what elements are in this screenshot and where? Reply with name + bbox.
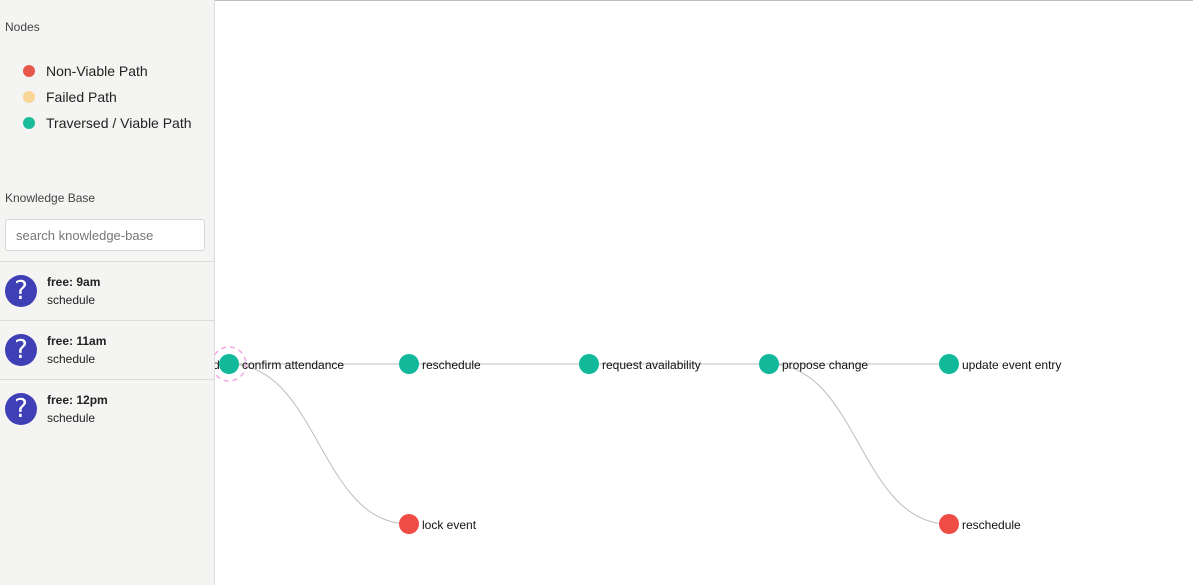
question-icon: ? <box>5 275 37 307</box>
graph-svg[interactable]: d confirm attendance reschedule request … <box>215 1 1193 585</box>
node-circle[interactable] <box>939 354 959 374</box>
legend-dot-icon <box>23 117 35 129</box>
kb-item-subtitle: schedule <box>47 352 96 366</box>
node-label: confirm attendance <box>242 358 344 372</box>
kb-item[interactable]: ? free: 12pm schedule <box>0 379 215 438</box>
node-label: reschedule <box>422 358 481 372</box>
legend-item-non-viable: Non-Viable Path <box>23 62 148 80</box>
knowledge-base-title: Knowledge Base <box>5 191 96 205</box>
legend-label: Non-Viable Path <box>46 63 148 79</box>
graph-node-confirm-attendance[interactable]: confirm attendance <box>219 354 344 374</box>
search-knowledge-base-input[interactable] <box>5 219 205 251</box>
sidebar: Nodes Non-Viable Path Failed Path Traver… <box>0 0 215 585</box>
node-circle[interactable] <box>939 514 959 534</box>
legend-item-failed: Failed Path <box>23 88 117 106</box>
graph-node-update-event-entry[interactable]: update event entry <box>939 354 1061 374</box>
kb-item[interactable]: ? free: 9am schedule <box>0 261 215 320</box>
app-root: Nodes Non-Viable Path Failed Path Traver… <box>0 0 1193 585</box>
graph-node-lock-event[interactable]: lock event <box>399 514 477 534</box>
nodes-section-title: Nodes <box>5 20 40 34</box>
node-label: lock event <box>422 518 477 532</box>
graph-node-reschedule-non-viable[interactable]: reschedule <box>939 514 1021 534</box>
question-icon: ? <box>5 393 37 425</box>
legend-label: Traversed / Viable Path <box>46 115 192 131</box>
graph-node-request-availability[interactable]: request availability <box>579 354 701 374</box>
node-label: request availability <box>602 358 701 372</box>
legend-item-viable: Traversed / Viable Path <box>23 114 192 132</box>
node-label: propose change <box>782 358 868 372</box>
node-label: update event entry <box>962 358 1061 372</box>
legend-dot-icon <box>23 65 35 77</box>
graph-edge <box>768 363 950 525</box>
node-label: reschedule <box>962 518 1021 532</box>
kb-item[interactable]: ? free: 11am schedule <box>0 320 215 379</box>
graph-edge <box>228 363 410 525</box>
node-circle[interactable] <box>219 354 239 374</box>
legend-label: Failed Path <box>46 89 117 105</box>
node-circle[interactable] <box>399 514 419 534</box>
node-circle[interactable] <box>579 354 599 374</box>
kb-item-subtitle: schedule <box>47 411 96 425</box>
graph-node-propose-change[interactable]: propose change <box>759 354 868 374</box>
legend-dot-icon <box>23 91 35 103</box>
question-icon: ? <box>5 334 37 366</box>
offscreen-node-label-fragment: d <box>215 358 220 372</box>
kb-item-title: free: 9am <box>47 275 101 289</box>
kb-item-title: free: 12pm <box>47 393 108 407</box>
graph-canvas[interactable]: d confirm attendance reschedule request … <box>215 0 1193 585</box>
kb-item-title: free: 11am <box>47 334 107 348</box>
node-circle[interactable] <box>399 354 419 374</box>
graph-node-reschedule[interactable]: reschedule <box>399 354 481 374</box>
node-circle[interactable] <box>759 354 779 374</box>
kb-item-subtitle: schedule <box>47 293 96 307</box>
